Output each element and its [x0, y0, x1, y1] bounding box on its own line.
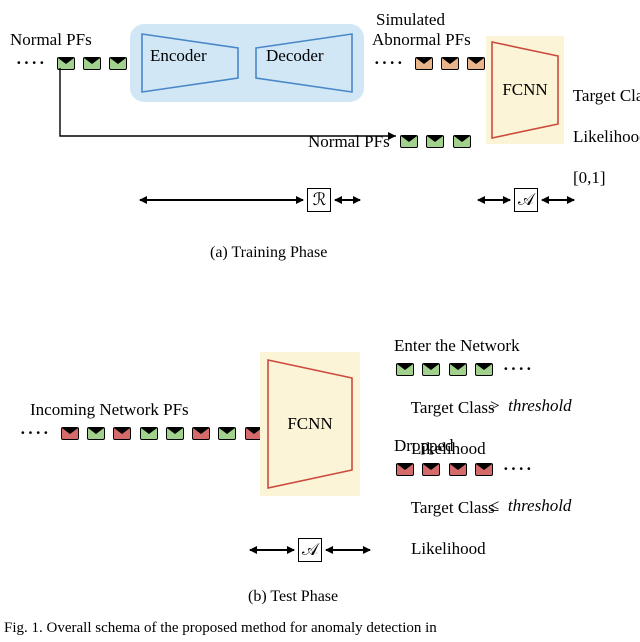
- tclass-le-label: Target Class Likelihood: [394, 478, 495, 580]
- envelope-icon: [396, 463, 414, 476]
- envelope-icon: [449, 363, 467, 376]
- a-axis-training: 𝒜: [478, 188, 574, 212]
- simulated-label-2: Abnormal PFs: [372, 30, 471, 50]
- normal-pfs-label: Normal PFs: [10, 30, 92, 50]
- envelope-icon: [475, 463, 493, 476]
- double-arrow-icon: [250, 549, 294, 551]
- envelope-icon: [218, 427, 236, 440]
- envelope-icon: [449, 463, 467, 476]
- encoder-label: Encoder: [150, 46, 207, 66]
- r-box: ℛ: [307, 188, 331, 212]
- figure-caption: Fig. 1. Overall schema of the proposed m…: [4, 619, 636, 638]
- enter-label: Enter the Network: [394, 336, 520, 356]
- fcnn-label: FCNN: [502, 80, 547, 100]
- double-arrow-icon: [478, 199, 510, 201]
- bypass-path-arrow: [50, 68, 470, 148]
- caption-b: (b) Test Phase: [248, 588, 338, 606]
- double-arrow-icon: [335, 199, 360, 201]
- envelope-icon: [396, 363, 414, 376]
- envelope-icon: [422, 463, 440, 476]
- envelope-icon: [475, 363, 493, 376]
- decoder-label: Decoder: [266, 46, 324, 66]
- double-arrow-icon: [542, 199, 574, 201]
- incoming-label: Incoming Network PFs: [30, 400, 189, 420]
- envelope-icon: [140, 427, 158, 440]
- double-arrow-icon: [326, 549, 370, 551]
- ellipsis-icon: ····: [499, 459, 538, 479]
- envelope-icon: [166, 427, 184, 440]
- dropped-label: Dropped: [394, 436, 453, 456]
- envelope-icon: [467, 57, 485, 70]
- gt-threshold: > threshold: [490, 396, 572, 416]
- fcnn-label: FCNN: [287, 414, 332, 434]
- caption-a: (a) Training Phase: [210, 244, 327, 262]
- fcnn-block-test: FCNN: [260, 352, 360, 496]
- ellipsis-icon: ····: [16, 423, 55, 443]
- a-box: 𝒜: [298, 538, 322, 562]
- double-arrow-icon: [140, 199, 303, 201]
- envelope-icon: [113, 427, 131, 440]
- r-axis: ℛ: [140, 188, 360, 212]
- envelope-icon: [422, 363, 440, 376]
- fcnn-block-training: FCNN: [486, 36, 564, 144]
- simulated-label-1: Simulated: [376, 10, 445, 30]
- enter-envelopes: ····: [394, 358, 538, 379]
- incoming-envelopes: ····: [16, 422, 265, 443]
- envelope-icon: [192, 427, 210, 440]
- le-threshold: ≤ threshold: [490, 496, 571, 516]
- ellipsis-icon: ····: [499, 359, 538, 379]
- envelope-icon: [61, 427, 79, 440]
- a-box: 𝒜: [514, 188, 538, 212]
- envelope-icon: [87, 427, 105, 440]
- a-axis-test: 𝒜: [250, 538, 370, 562]
- ellipsis-icon: ····: [12, 53, 51, 73]
- dropped-envelopes: ····: [394, 458, 538, 479]
